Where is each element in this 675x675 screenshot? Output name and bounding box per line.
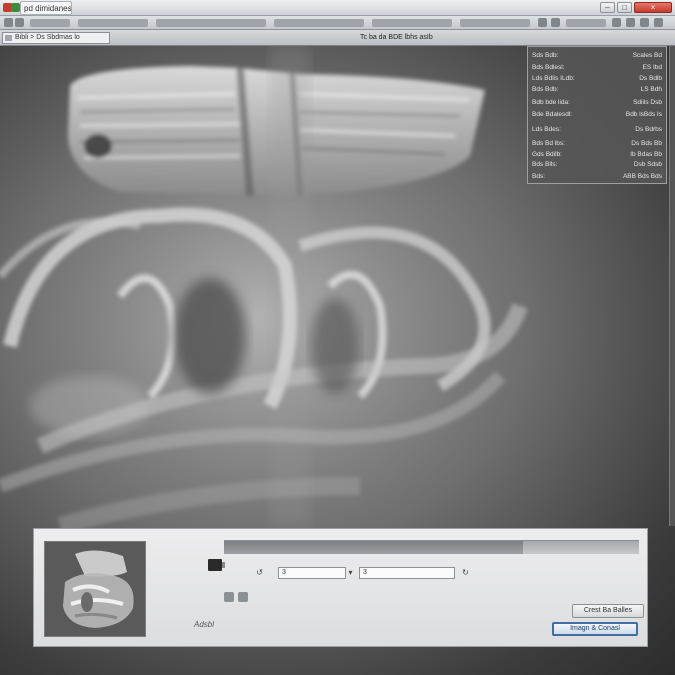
metadata-row: Bdb bde lida: Sdiils Dsb	[532, 99, 662, 106]
new-icon[interactable]	[4, 18, 13, 27]
metadata-row: Lds Bdes: Ds Bdrbs	[532, 126, 662, 133]
pan-icon[interactable]	[551, 18, 560, 27]
toolbar-group-tools[interactable]	[156, 19, 266, 27]
vertical-scrollbar[interactable]	[669, 46, 675, 526]
path-field[interactable]: Bibli > Ds Sbdmas lo	[2, 32, 110, 44]
zoom-icon[interactable]	[538, 18, 547, 27]
metadata-row: Sds Bdb: Scales Bd	[532, 52, 662, 59]
rotate-right-icon[interactable]: ↻	[462, 568, 469, 578]
rotate-left-icon[interactable]: ↺	[256, 568, 263, 578]
preview-thumbnail	[44, 541, 146, 637]
dialog-footer-label: Adsbl	[194, 620, 215, 629]
metadata-row: Bds Bd lbs: Ds Bds Bb	[532, 140, 662, 147]
open-icon[interactable]	[15, 18, 24, 27]
metadata-row: Bds Blls: Dsb Sdsb	[532, 161, 662, 168]
progress-fill	[224, 541, 523, 554]
metadata-row: Lds Bdlis ILdb: Ds Bdlb	[532, 75, 662, 82]
toolbar-group-measure[interactable]	[460, 19, 530, 27]
metadata-row: Bde Bdalesdl: Bdb lsBds Is	[532, 111, 662, 118]
toolbar-group-view[interactable]	[274, 19, 364, 27]
close-button[interactable]: ×	[634, 2, 672, 13]
metadata-row: Bds: ABB Bds Bds	[532, 173, 662, 180]
toolbar-group-edit[interactable]	[78, 19, 148, 27]
view-title: Tc ba da BDE lbhs asIb	[360, 34, 433, 41]
toolbar-group-right[interactable]	[566, 19, 606, 27]
thumbnail-image	[45, 542, 145, 636]
minimize-button[interactable]: –	[600, 2, 615, 13]
help-icon[interactable]	[626, 18, 635, 27]
export-dialog: ↺ 3 ▾ 3 ↻ Adsbl Crest Ba Balles Imagn & …	[33, 528, 648, 647]
path-bar: Bibli > Ds Sbdmas lo Tc ba da BDE lbhs a…	[0, 30, 675, 46]
metadata-row: Bds Bdlesl: ES Ibd	[532, 64, 662, 71]
metadata-row: Bds Bdb: LS Bdh	[532, 86, 662, 93]
print-icon[interactable]	[654, 18, 663, 27]
export-icon[interactable]	[640, 18, 649, 27]
primary-button[interactable]: Imagn & Conasl	[552, 622, 638, 636]
settings-icon[interactable]	[612, 18, 621, 27]
link-icon[interactable]	[224, 592, 234, 602]
window-title: pd dimidanes	[20, 1, 72, 15]
toolbar-group-left[interactable]	[30, 19, 70, 27]
toolbar	[0, 16, 675, 30]
metadata-row: Gds Bdilb: Ib Bdas Bb	[532, 151, 662, 158]
secondary-button[interactable]: Crest Ba Balles	[572, 604, 644, 618]
chain-icon[interactable]	[238, 592, 248, 602]
toolbar-group-filter[interactable]	[372, 19, 452, 27]
spin-arrow-icon[interactable]: ▾	[347, 568, 354, 578]
title-bar: pd dimidanes – □ ×	[0, 0, 675, 16]
maximize-button[interactable]: □	[617, 2, 632, 13]
export-progress-bar	[224, 540, 639, 554]
folder-icon	[5, 35, 12, 41]
value-field-b[interactable]: 3	[359, 567, 455, 579]
metadata-panel: Sds Bdb: Scales Bd Bds Bdlesl: ES Ibd Lds …	[527, 46, 667, 184]
value-field-a[interactable]: 3	[278, 567, 346, 579]
app-status-icon	[11, 3, 20, 12]
drag-handle[interactable]	[208, 559, 225, 571]
